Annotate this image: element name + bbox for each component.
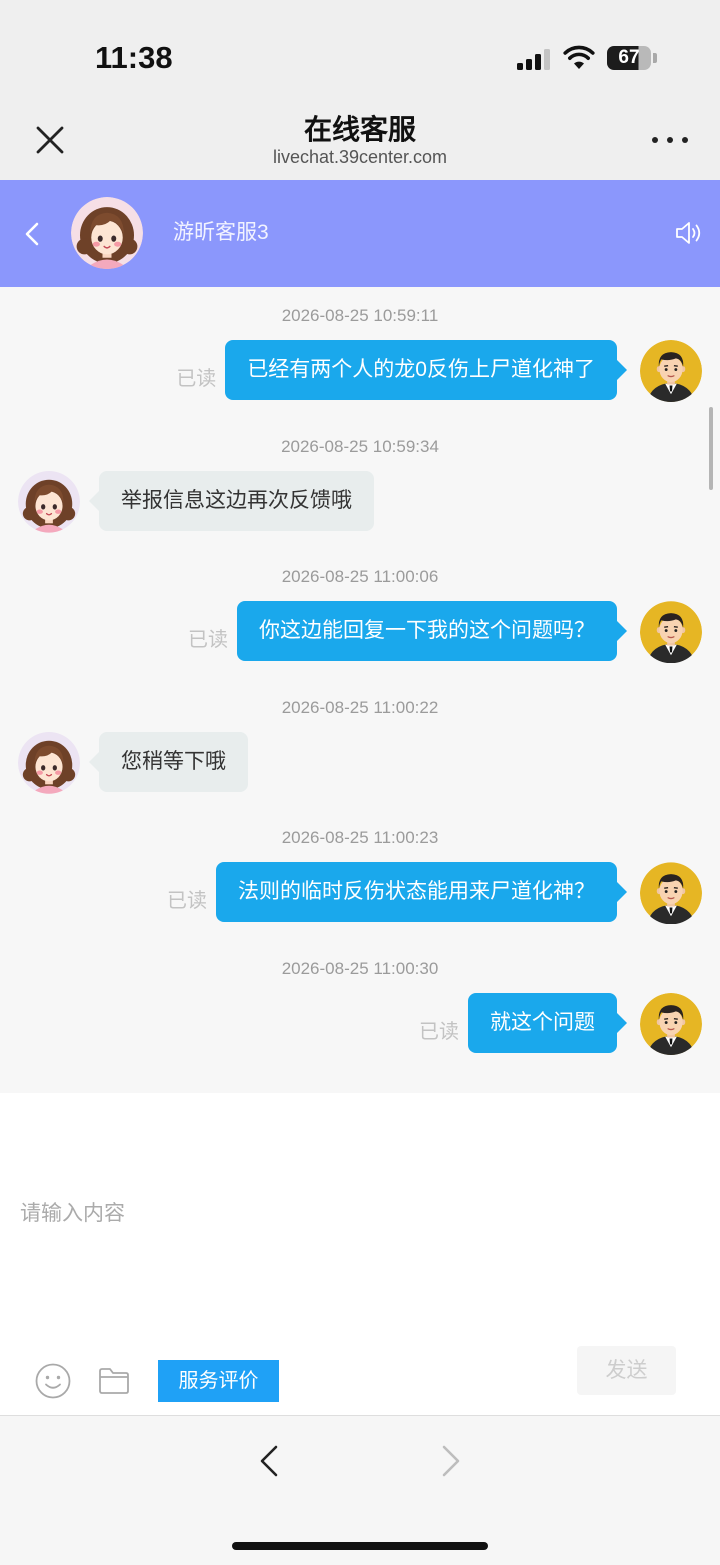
user-avatar[interactable] [640, 601, 702, 663]
user-message-bubble[interactable]: 已经有两个人的龙0反伤上尸道化神了 [225, 340, 627, 400]
battery-nub [653, 53, 657, 63]
signal-icon [517, 49, 550, 70]
message-group: 2026-08-25 10:59:11 已读 已经有两个人的龙0反伤上尸道化神了 [0, 304, 720, 435]
message-timestamp: 2026-08-25 11:00:30 [281, 958, 439, 978]
user-avatar[interactable] [640, 993, 702, 1055]
message-group: 2026-08-25 10:59:34 举报信息这边再次反馈哦 [0, 435, 720, 566]
message-row: 已读 就这个问题 [0, 992, 720, 1055]
agent-avatar[interactable] [18, 471, 80, 533]
agent-message-bubble[interactable]: 您稍等下哦 [89, 731, 248, 792]
agent-message-bubble[interactable]: 举报信息这边再次反馈哦 [89, 470, 374, 531]
close-icon[interactable] [34, 124, 66, 156]
message-timestamp: 2026-08-25 10:59:34 [281, 436, 439, 456]
message-row: 已读 已经有两个人的龙0反伤上尸道化神了 [0, 340, 720, 402]
message-row: 您稍等下哦 [0, 731, 720, 794]
message-group: 2026-08-25 11:00:23 已读 法则的临时反伤状态能用来尸道化神？ [0, 826, 720, 957]
chat-messages[interactable]: 2026-08-25 10:59:11 已读 已经有两个人的龙0反伤上尸道化神了… [0, 287, 720, 1093]
read-status: 已读 [167, 890, 207, 913]
user-message-bubble[interactable]: 你这边能回复一下我的这个问题吗？ [237, 601, 627, 662]
chevron-right-icon[interactable] [436, 1444, 464, 1478]
message-row: 举报信息这边再次反馈哦 [0, 470, 720, 533]
agent-avatar[interactable] [18, 732, 80, 794]
message-group: 2026-08-25 11:00:06 已读 你这边能回复一下我的这个问题吗？ [0, 565, 720, 696]
read-status: 已读 [176, 368, 217, 390]
home-indicator[interactable] [232, 1542, 488, 1550]
page-url: livechat.39center.com [272, 147, 448, 167]
user-avatar[interactable] [640, 862, 702, 924]
more-icon[interactable] [650, 130, 690, 150]
agent-name: 游昕客服3 [173, 221, 269, 244]
message-timestamp: 2026-08-25 11:00:06 [281, 567, 439, 587]
browser-bar: 在线客服 livechat.39center.com [0, 100, 720, 180]
message-timestamp: 2026-08-25 10:59:11 [281, 306, 439, 325]
message-group: 2026-08-25 11:00:22 您稍等下哦 [0, 696, 720, 827]
wifi-icon [563, 45, 595, 69]
message-timestamp: 2026-08-25 11:00:22 [281, 697, 439, 717]
read-status: 已读 [419, 1020, 459, 1043]
smile-icon[interactable] [35, 1363, 71, 1399]
status-bar: 11:38 67 [0, 0, 720, 100]
user-message-bubble[interactable]: 法则的临时反伤状态能用来尸道化神？ [216, 862, 627, 923]
user-avatar[interactable] [640, 340, 702, 402]
agent-avatar[interactable] [71, 197, 143, 269]
chat-scrollbar[interactable] [709, 407, 713, 490]
folder-icon[interactable] [98, 1366, 130, 1396]
message-row: 已读 法则的临时反伤状态能用来尸道化神？ [0, 862, 720, 924]
message-input[interactable] [20, 1200, 700, 1320]
browser-bottom-nav [0, 1415, 720, 1565]
message-timestamp: 2026-08-25 11:00:23 [281, 828, 439, 848]
chat-header: 游昕客服3 [0, 180, 720, 287]
message-group: 2026-08-25 11:00:30 已读 就这个问题 [0, 957, 720, 1088]
chevron-left-icon[interactable] [256, 1444, 284, 1478]
read-status: 已读 [188, 629, 228, 652]
chevron-left-icon[interactable] [20, 219, 46, 249]
message-row: 已读 你这边能回复一下我的这个问题吗？ [0, 601, 720, 663]
send-button[interactable]: 发送 [577, 1346, 676, 1395]
user-message-bubble[interactable]: 就这个问题 [468, 992, 627, 1053]
battery-icon: 67 [607, 46, 651, 70]
status-time: 11:38 [95, 40, 173, 75]
message-composer: 服务评价 发送 [0, 1093, 720, 1415]
page-title: 在线客服 [303, 114, 416, 145]
rate-service-button[interactable]: 服务评价 [158, 1360, 279, 1402]
speaker-icon[interactable] [674, 220, 704, 246]
